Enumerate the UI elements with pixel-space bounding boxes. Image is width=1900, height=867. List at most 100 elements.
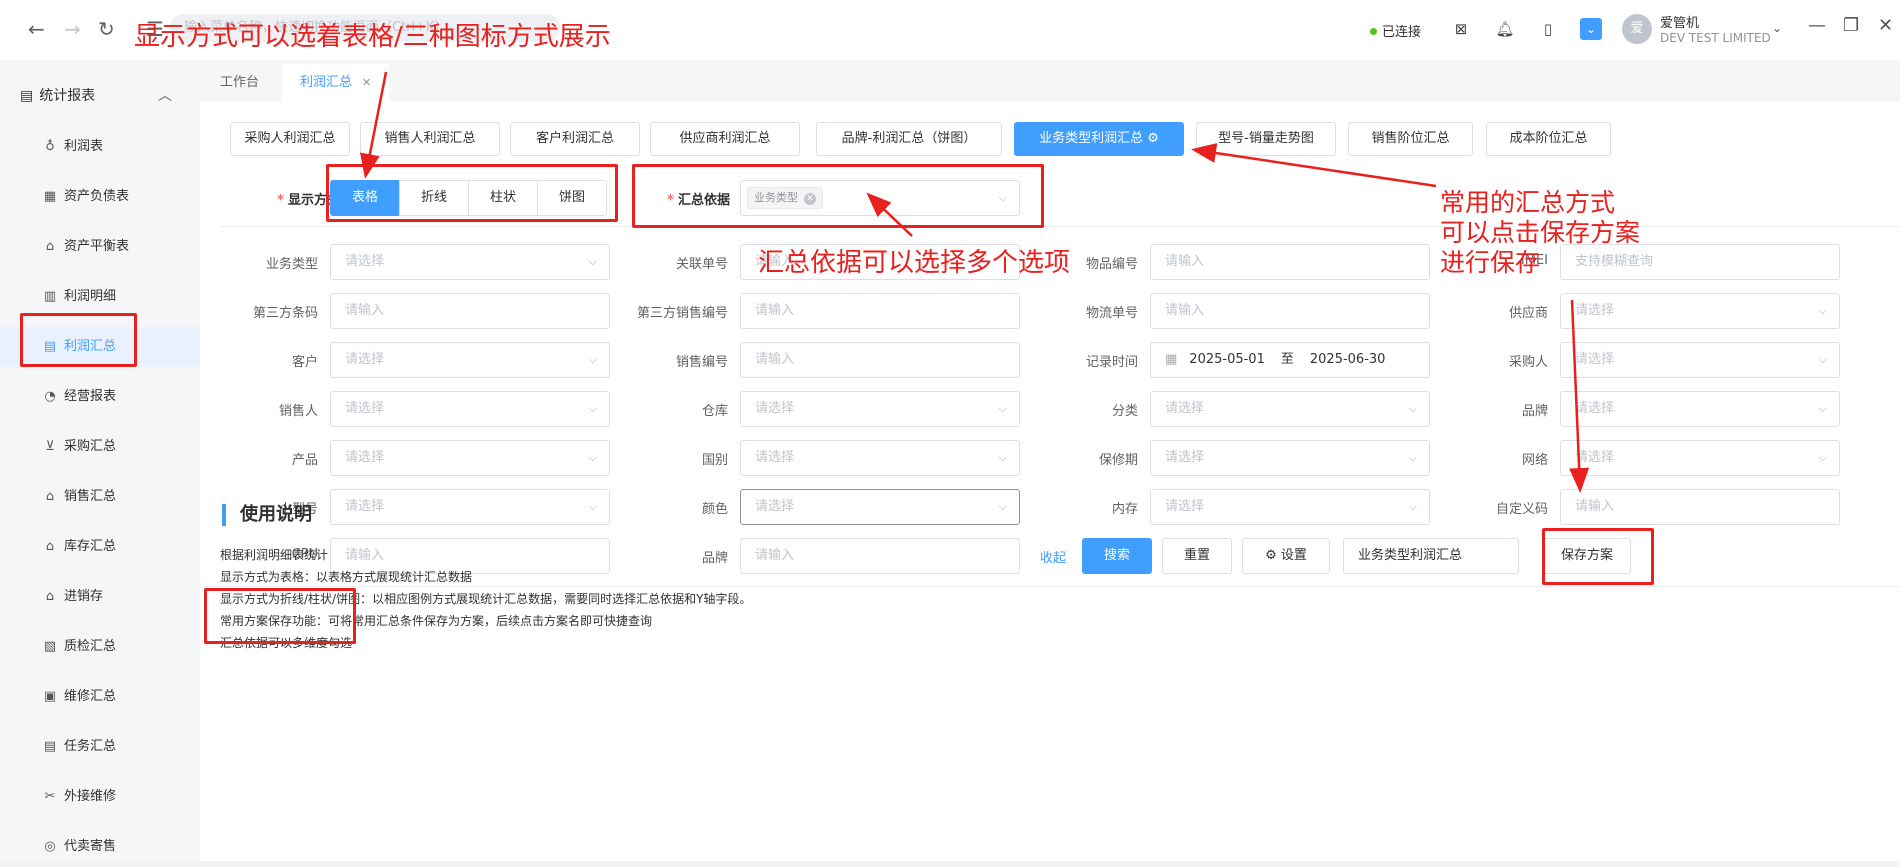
book-icon[interactable]: ▯ [1537, 18, 1559, 40]
report-tab-brand-pie[interactable]: 品牌-利润汇总（饼图） [816, 122, 1002, 156]
sidebar-item-label: 进销存 [64, 589, 104, 604]
page-tabs: 工作台 利润汇总 ✕ [200, 60, 1900, 102]
sidebar-section-header[interactable]: ▤ 统计报表 ︿ [20, 85, 172, 105]
close-tab-icon[interactable]: ✕ [362, 76, 371, 89]
report-tab-customer[interactable]: 客户利润汇总 [510, 122, 640, 156]
placeholder: 请选择 [345, 254, 385, 269]
required-mark: * [667, 193, 674, 208]
minimize-icon[interactable]: — [1808, 15, 1826, 36]
remove-tag-icon[interactable]: ✕ [804, 193, 816, 205]
custom-code-input[interactable]: 请输入 [1560, 489, 1840, 525]
sidebar-item-stock-summary[interactable]: ⌂ 库存汇总 [0, 527, 200, 567]
placeholder: 请选择 [345, 499, 385, 514]
sidebar-item-label: 利润汇总 [64, 339, 117, 354]
chevron-up-icon[interactable]: ︿ [158, 85, 172, 105]
chevron-down-icon: ⌵ [1818, 353, 1827, 366]
annotation-save-line: 可以点击保存方案 [1440, 218, 1641, 247]
sidebar-item-external-repair[interactable]: ✂ 外接维修 [0, 777, 200, 817]
report-tab-seller[interactable]: 销售人利润汇总 [360, 122, 500, 156]
item-code-input[interactable]: 请输入 [1150, 244, 1430, 280]
logistics-no-input[interactable]: 请输入 [1150, 293, 1430, 329]
warehouse-select[interactable]: 请选择 ⌵ [740, 391, 1020, 427]
third-sales-no-input[interactable]: 请输入 [740, 293, 1020, 329]
sidebar-section-label: 统计报表 [39, 88, 96, 104]
brand-select[interactable]: 请选择 ⌵ [1560, 391, 1840, 427]
report-section-icon: ▤ [20, 88, 34, 104]
sidebar-item-asset-balance[interactable]: ⌂ 资产平衡表 [0, 227, 200, 267]
bell-icon[interactable]: 🔔︎ [1494, 18, 1516, 40]
placeholder: 请输入 [755, 303, 795, 318]
category-select[interactable]: 请选择 ⌵ [1150, 391, 1430, 427]
supplier-select[interactable]: 请选择 ⌵ [1560, 293, 1840, 329]
group-by-select[interactable]: 业务类型 ✕ ⌵ [740, 180, 1020, 216]
sidebar-item-profit-detail[interactable]: ▥ 利润明细 [0, 277, 200, 317]
user-chevron-down-icon[interactable]: ⌄ [1772, 21, 1782, 35]
sidebar-item-inventory[interactable]: ⌂ 进销存 [0, 577, 200, 617]
settings-button[interactable]: ⚙ 设置 [1242, 538, 1330, 574]
sidebar-item-task-summary[interactable]: ▤ 任务汇总 [0, 727, 200, 767]
back-icon[interactable]: ← [28, 17, 45, 41]
report-tab-supplier[interactable]: 供应商利润汇总 [650, 122, 800, 156]
country-select[interactable]: 请选择 ⌵ [740, 440, 1020, 476]
sidebar-item-qc-summary[interactable]: ▧ 质检汇总 [0, 627, 200, 667]
close-window-icon[interactable]: ✕ [1878, 15, 1893, 36]
sidebar-item-operation-report[interactable]: ◔ 经营报表 [0, 377, 200, 417]
sidebar-item-balance-sheet[interactable]: ▦ 资产负债表 [0, 177, 200, 217]
sidebar-item-sales-summary[interactable]: ⌂ 销售汇总 [0, 477, 200, 517]
sidebar-item-repair-summary[interactable]: ▣ 维修汇总 [0, 677, 200, 717]
reset-button[interactable]: 重置 [1162, 538, 1232, 574]
chevron-down-icon: ⌵ [1818, 304, 1827, 317]
placeholder: 请输入 [755, 548, 795, 563]
tab-workbench[interactable]: 工作台 [202, 64, 277, 102]
save-plan-button[interactable]: 保存方案 [1543, 538, 1631, 574]
buyer-select[interactable]: 请选择 ⌵ [1560, 342, 1840, 378]
search-button[interactable]: 搜索 [1082, 538, 1152, 574]
sidebar-item-consignment[interactable]: ◎ 代卖寄售 [0, 827, 200, 867]
brand-input[interactable]: 请输入 [740, 538, 1020, 574]
placeholder: 请选择 [1575, 352, 1615, 367]
display-option-line[interactable]: 折线 [399, 180, 469, 216]
plan-name-input[interactable]: 业务类型利润汇总 [1343, 538, 1519, 574]
sidebar-item-label: 采购汇总 [64, 439, 117, 454]
display-option-pie[interactable]: 饼图 [537, 180, 607, 216]
forward-icon[interactable]: → [64, 17, 81, 41]
date-to[interactable]: 2025-06-30 [1310, 352, 1386, 367]
sales-no-input[interactable]: 请输入 [740, 342, 1020, 378]
placeholder: 请选择 [1165, 401, 1205, 416]
display-option-bar[interactable]: 柱状 [468, 180, 538, 216]
chevron-down-icon: ⌵ [1818, 451, 1827, 464]
filter-memory-label: 内存 [1111, 502, 1138, 517]
report-tab-model-trend[interactable]: 型号-销量走势图 [1196, 122, 1336, 156]
dropdown-app-icon[interactable]: ⌄ [1580, 18, 1602, 40]
maximize-icon[interactable]: ❐ [1843, 15, 1859, 36]
report-tab-cost-tier[interactable]: 成本阶位汇总 [1486, 122, 1611, 156]
group-by-label: * 汇总依据 [640, 189, 730, 208]
tab-profit-summary[interactable]: 利润汇总 ✕ [282, 64, 390, 102]
date-from[interactable]: 2025-05-01 [1189, 352, 1265, 367]
usage-line: 常用方案保存功能：可将常用汇总条件保存为方案，后续点击方案名即可快捷查询 [220, 614, 653, 628]
memory-select[interactable]: 请选择 ⌵ [1150, 489, 1430, 525]
avatar[interactable]: 爱 [1622, 14, 1652, 44]
placeholder: 请选择 [1575, 303, 1615, 318]
report-tab-business-type[interactable]: 业务类型利润汇总 ⚙ [1014, 122, 1184, 156]
sidebar-item-label: 任务汇总 [64, 739, 117, 754]
refresh-icon[interactable]: ↻ [98, 17, 115, 41]
report-tab-buyer[interactable]: 采购人利润汇总 [230, 122, 350, 156]
calculator-icon[interactable]: ⊠ [1450, 18, 1472, 40]
sidebar-item-profit-summary[interactable]: ▤ 利润汇总 [0, 327, 200, 367]
sidebar-item-profit-statement[interactable]: ♁ 利润表 [0, 127, 200, 167]
network-select[interactable]: 请选择 ⌵ [1560, 440, 1840, 476]
filter-third-sales-no-label: 第三方销售编号 [636, 306, 728, 321]
collapse-link[interactable]: 收起 [1040, 547, 1066, 566]
color-select[interactable]: 请选择 ⌵ [740, 489, 1020, 525]
sidebar-item-purchase-summary[interactable]: ⊻ 采购汇总 [0, 427, 200, 467]
filter-warranty-label: 保修期 [1098, 453, 1138, 468]
annotation-save-line: 进行保存 [1440, 248, 1541, 277]
display-option-table[interactable]: 表格 [330, 180, 400, 216]
placeholder: 请输入 [345, 548, 385, 563]
placeholder: 请选择 [755, 401, 795, 416]
report-tab-sales-tier[interactable]: 销售阶位汇总 [1348, 122, 1473, 156]
record-time-range[interactable]: ▦ 2025-05-01 至 2025-06-30 [1150, 342, 1430, 378]
placeholder: 请选择 [1165, 450, 1205, 465]
warranty-select[interactable]: 请选择 ⌵ [1150, 440, 1430, 476]
